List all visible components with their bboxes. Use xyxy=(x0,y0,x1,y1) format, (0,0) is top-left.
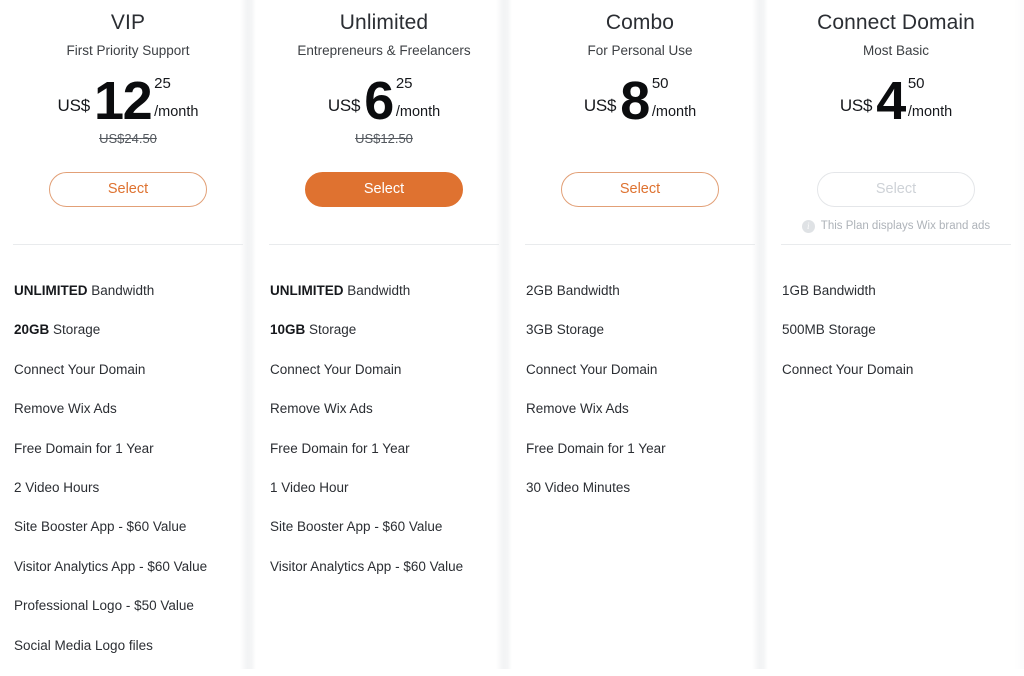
card-divider xyxy=(269,244,499,245)
feature-item: Connect Your Domain xyxy=(270,361,402,377)
select-button[interactable]: Select xyxy=(49,172,207,207)
price-cents: 50 xyxy=(651,75,669,92)
feature-item: Connect Your Domain xyxy=(14,361,146,377)
feature-item: 2GB Bandwidth xyxy=(526,283,620,298)
feature-item: 20GB Storage xyxy=(14,321,246,360)
plan-name: Connect Domain xyxy=(817,11,975,34)
feature-item: Remove Wix Ads xyxy=(270,401,373,417)
feature-list: 2GB Bandwidth 3GB Storage Connect Your Dom… xyxy=(526,282,758,518)
plan-price: US$ 12 25 /month US$24.50 xyxy=(14,74,242,162)
price-period: /month xyxy=(651,104,697,120)
plan-tagline: Most Basic xyxy=(862,43,930,58)
price-period: /month xyxy=(907,104,953,120)
feature-text: Bandwidth xyxy=(343,283,411,298)
feature-item: Visitor Analytics App - $60 Value xyxy=(14,558,208,574)
card-divider xyxy=(781,244,1011,245)
plan-tagline: Entrepreneurs & Freelancers xyxy=(297,43,471,58)
price-currency: US$ xyxy=(327,96,361,115)
price-cents: 25 xyxy=(154,75,171,92)
price-major: 6 xyxy=(364,71,394,131)
feature-text: Storage xyxy=(49,322,101,338)
feature-item: 500MB Storage xyxy=(782,322,876,338)
feature-item: Professional Logo - $50 Value xyxy=(14,598,194,614)
feature-highlight: 20GB xyxy=(14,322,50,338)
feature-item: Connect Your Domain xyxy=(526,361,658,377)
feature-item: Site Booster App - $60 Value xyxy=(14,519,187,535)
plan-tagline: First Priority Support xyxy=(66,43,190,58)
feature-list: UNLIMITED Bandwidth 10GB Storage Connect Y… xyxy=(270,282,502,597)
plan-note-text: This Plan displays Wix brand ads xyxy=(820,220,991,232)
price-major: 12 xyxy=(94,71,153,131)
plan-card-connect-domain: Connect Domain Most Basic US$ 4 50 /mont… xyxy=(752,0,1024,669)
select-button[interactable]: Select xyxy=(561,172,719,207)
feature-list: 1GB Bandwidth 500MB Storage Connect Your D… xyxy=(782,282,1014,400)
feature-text: Bandwidth xyxy=(87,283,155,298)
price-period: /month xyxy=(154,104,199,120)
plan-name: Unlimited xyxy=(339,11,429,34)
feature-item: Social Media Logo files xyxy=(14,637,153,653)
feature-item: 1 Video Hour xyxy=(270,479,349,495)
plan-note: i This Plan displays Wix brand ads xyxy=(782,218,1010,234)
plan-name: VIP xyxy=(110,11,146,34)
plan-card-unlimited: Unlimited Entrepreneurs & Freelancers US… xyxy=(240,0,512,669)
feature-item: Visitor Analytics App - $60 Value xyxy=(270,558,464,574)
feature-highlight: 10GB xyxy=(270,322,306,338)
plan-card-combo: Combo For Personal Use US$ 8 50 /month S… xyxy=(496,0,768,669)
feature-item: Remove Wix Ads xyxy=(526,401,629,417)
feature-item: Connect Your Domain xyxy=(782,361,914,377)
feature-item: UNLIMITED Bandwidth xyxy=(14,282,246,321)
pricing-plans-container: VIP First Priority Support US$ 12 25 /mo… xyxy=(0,0,1024,669)
feature-text: Storage xyxy=(305,322,357,338)
select-button: Select xyxy=(817,172,975,207)
price-currency: US$ xyxy=(57,96,91,115)
price-currency: US$ xyxy=(839,96,873,115)
price-original: US$24.50 xyxy=(99,131,157,146)
plan-card-vip: VIP First Priority Support US$ 12 25 /mo… xyxy=(0,0,256,669)
price-currency: US$ xyxy=(583,96,617,115)
info-icon: i xyxy=(801,219,815,233)
feature-item: 2 Video Hours xyxy=(14,479,100,495)
price-cents: 50 xyxy=(907,75,925,92)
price-cents: 25 xyxy=(395,75,413,92)
plan-price: US$ 8 50 /month xyxy=(526,74,754,162)
feature-highlight: UNLIMITED xyxy=(14,283,88,298)
feature-item: 3GB Storage xyxy=(526,322,605,338)
card-divider xyxy=(13,244,243,245)
price-period: /month xyxy=(395,104,441,120)
feature-highlight: UNLIMITED xyxy=(270,283,344,298)
price-major: 8 xyxy=(620,71,650,131)
feature-item: 10GB Storage xyxy=(270,321,502,360)
feature-list: UNLIMITED Bandwidth 20GB Storage Connect Y… xyxy=(14,282,246,676)
feature-item: 1GB Bandwidth xyxy=(782,283,876,298)
feature-item: UNLIMITED Bandwidth xyxy=(270,282,502,321)
card-divider xyxy=(525,244,755,245)
plan-tagline: For Personal Use xyxy=(587,43,693,58)
feature-item: 30 Video Minutes xyxy=(526,479,631,495)
feature-item: Free Domain for 1 Year xyxy=(270,440,410,456)
select-button[interactable]: Select xyxy=(305,172,463,207)
price-major: 4 xyxy=(876,71,906,131)
plan-price: US$ 6 25 /month US$12.50 xyxy=(270,74,498,162)
feature-item: Free Domain for 1 Year xyxy=(526,440,666,456)
price-original: US$12.50 xyxy=(355,131,413,146)
feature-item: Free Domain for 1 Year xyxy=(14,440,154,456)
feature-item: Site Booster App - $60 Value xyxy=(270,519,443,535)
plan-name: Combo xyxy=(605,11,675,34)
feature-item: Remove Wix Ads xyxy=(14,401,117,417)
plan-price: US$ 4 50 /month xyxy=(782,74,1010,162)
